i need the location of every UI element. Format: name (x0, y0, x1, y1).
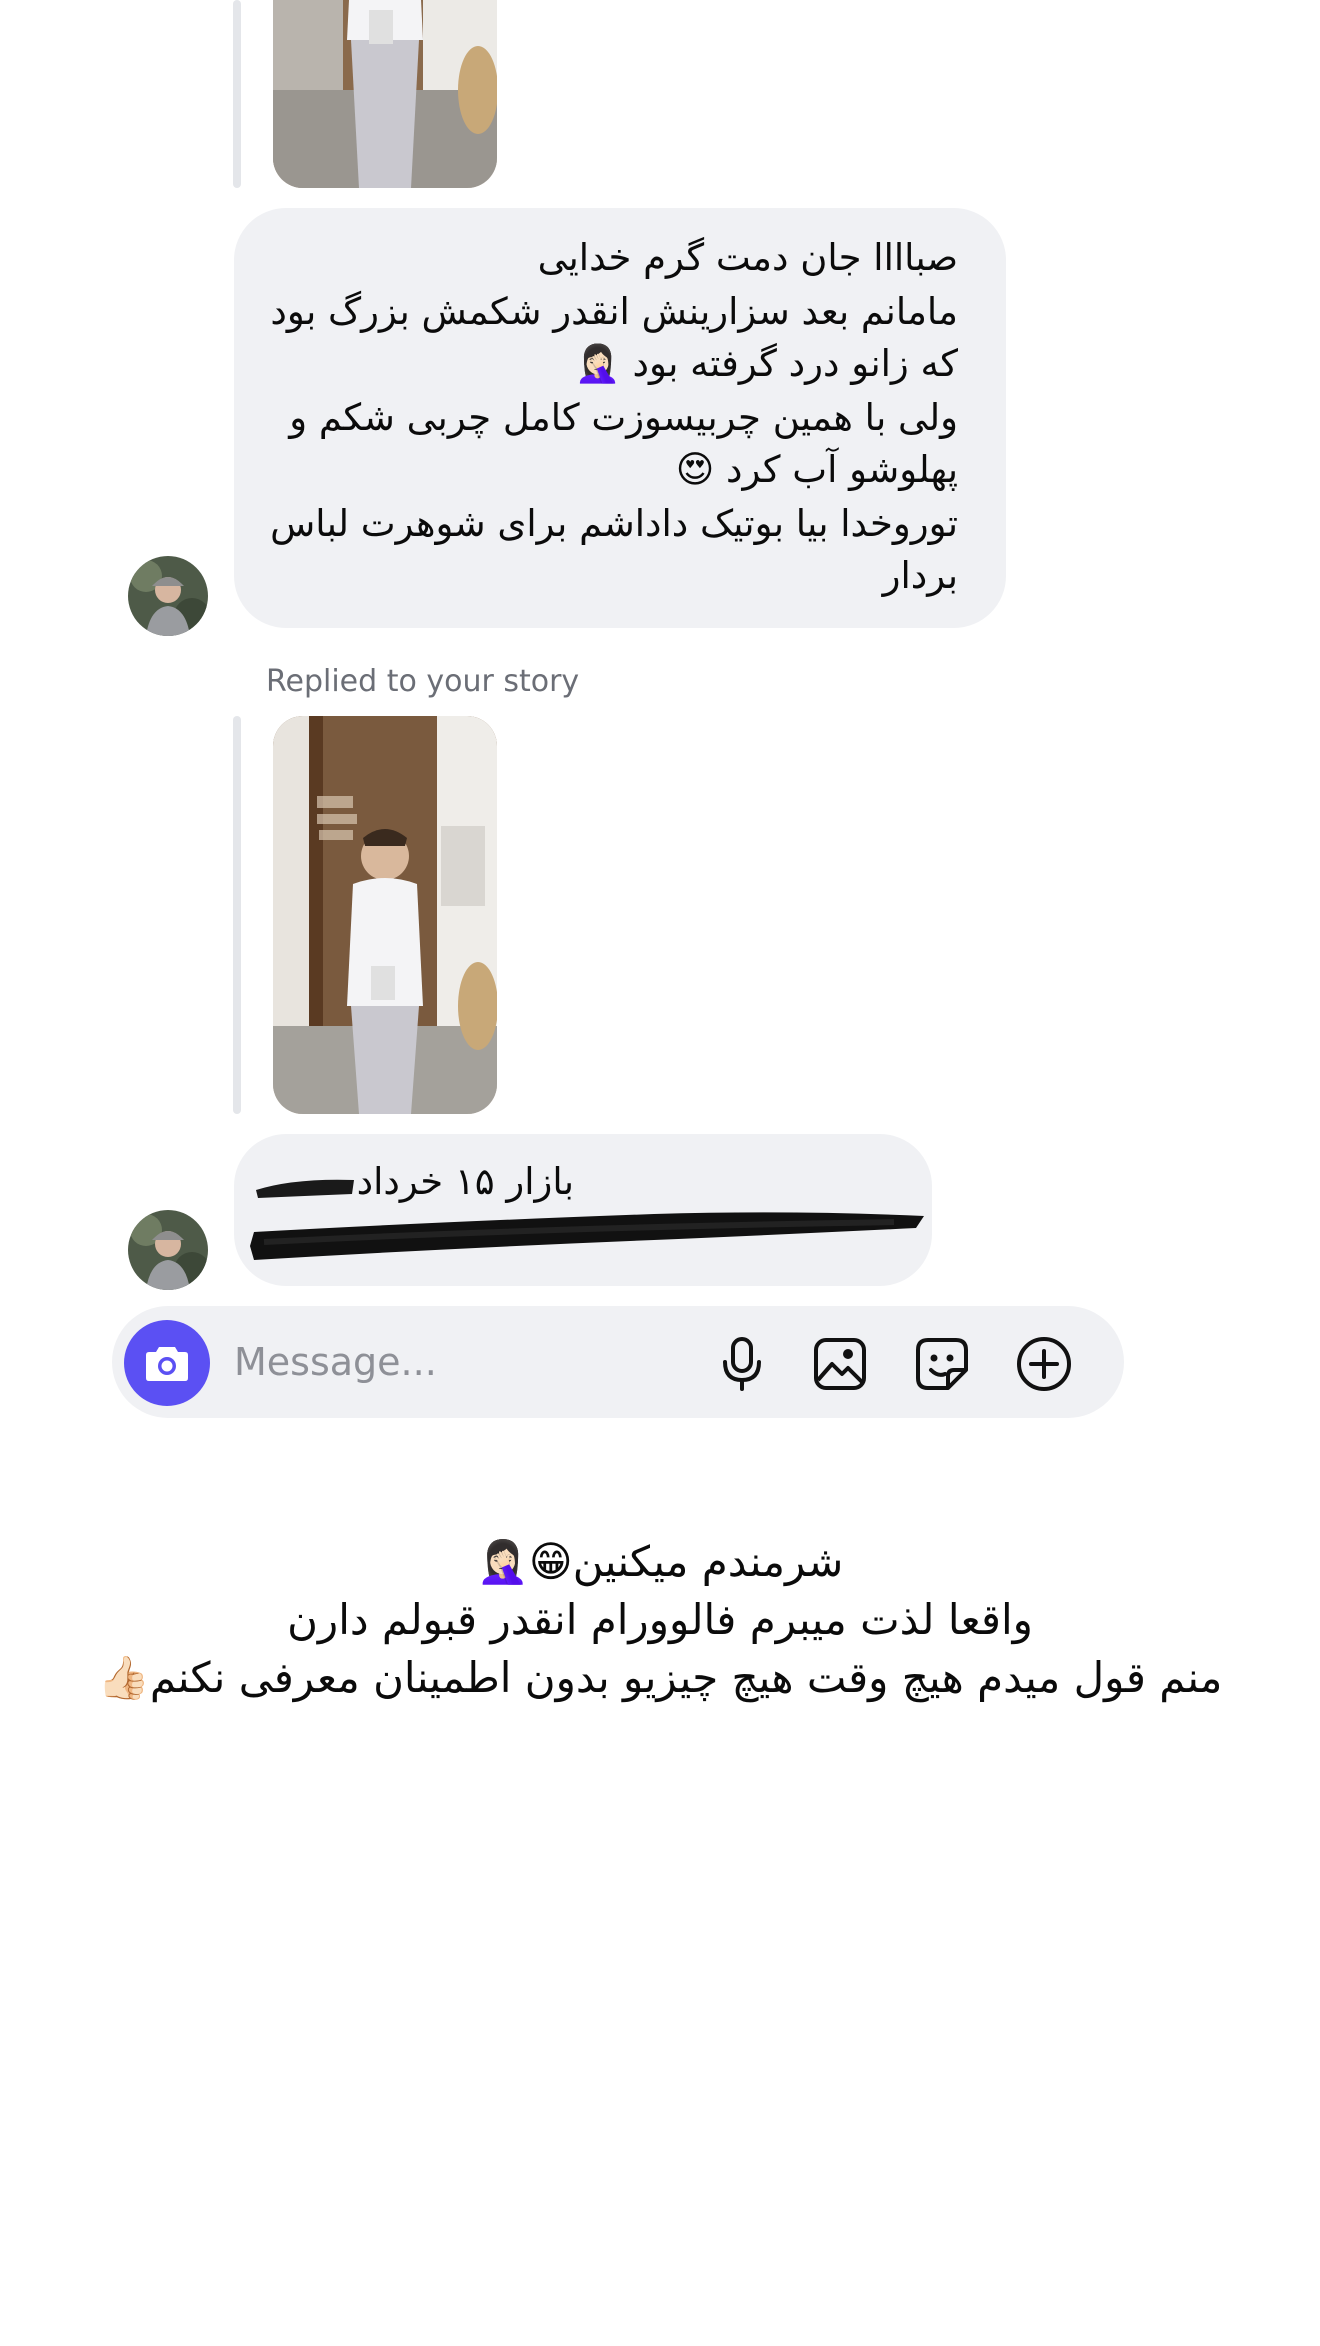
message-bubble[interactable]: صباااا جان دمت گرم خدایی مامانم بعد سزار… (234, 208, 1006, 628)
message-text-line: صباااا جان دمت گرم خدایی (537, 236, 958, 279)
message-composer (112, 1306, 1124, 1418)
sticker-icon (916, 1338, 968, 1390)
story-reply-line-top (233, 0, 241, 188)
message-text-line: که زانو درد گرفته بود 🤦🏻‍♀️ (574, 342, 958, 385)
sender-avatar[interactable] (128, 1210, 208, 1290)
plus-circle-icon (1017, 1337, 1071, 1391)
gallery-button[interactable] (810, 1334, 870, 1394)
image-icon (814, 1338, 866, 1390)
redaction-scribble (250, 1179, 924, 1260)
microphone-button[interactable] (712, 1334, 772, 1394)
sender-avatar[interactable] (128, 556, 208, 636)
caption-line: واقعا لذت میبرم فالوورام انقدر قبولم دار… (287, 1595, 1033, 1644)
caption-line: منم قول میدم هیچ وقت هیچ چیزیو بدون اطمی… (97, 1653, 1223, 1702)
replied-to-story-label: Replied to your story (266, 664, 580, 699)
message-text-line: مامانم بعد سزارینش انقدر شکمش بزرگ بود (270, 290, 958, 333)
message-bubble[interactable]: بازار ۱۵ خرداد (234, 1134, 932, 1286)
message-text-line: پهلوشو آب کرد 😍 (675, 448, 958, 491)
caption-line: شرمندم میکنین😁🤦🏻‍♀️ (476, 1537, 844, 1586)
microphone-icon (723, 1337, 761, 1391)
story-thumbnail[interactable] (273, 716, 497, 1114)
message-text-line: ولی با همین چربیسوزت کامل چربی شکم و (289, 396, 958, 439)
message-input[interactable] (234, 1330, 674, 1394)
message-text-line: بردار (882, 554, 958, 597)
sticker-button[interactable] (912, 1334, 972, 1394)
camera-button[interactable] (124, 1320, 210, 1406)
story-reply-line (233, 716, 241, 1114)
story-thumbnail-top[interactable] (273, 0, 497, 188)
camera-icon (146, 1347, 188, 1381)
message-text-line: توروخدا بیا بوتیک داداشم برای شوهرت لباس (270, 502, 958, 545)
add-button[interactable] (1014, 1334, 1074, 1394)
